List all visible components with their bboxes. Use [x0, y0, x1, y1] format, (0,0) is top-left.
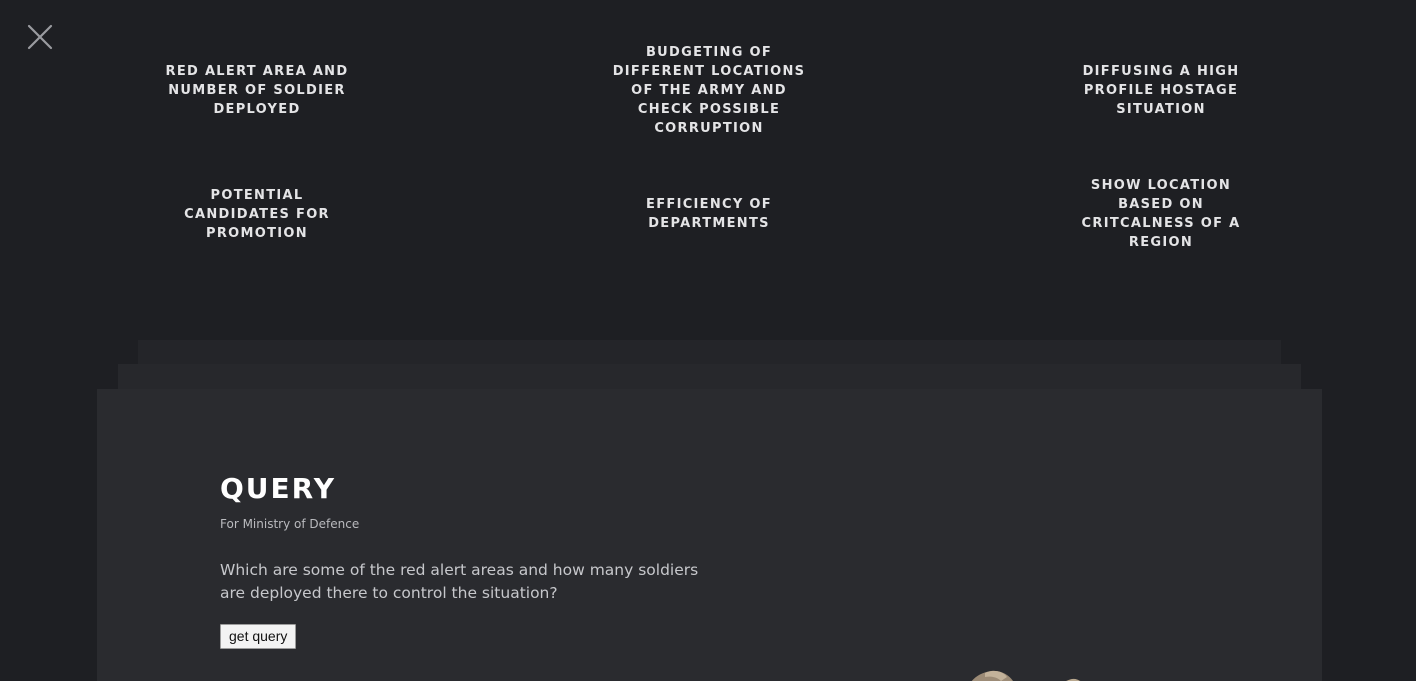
menu-item-hostage-situation[interactable]: DIFFUSING A HIGH PROFILE HOSTAGE SITUATI…: [1061, 62, 1261, 119]
menu-item-department-efficiency[interactable]: EFFICIENCY OF DEPARTMENTS: [609, 195, 809, 233]
close-icon: [27, 24, 53, 50]
menu-item-promotion-candidates[interactable]: POTENTIAL CANDIDATES FOR PROMOTION: [157, 186, 357, 243]
query-title: QUERY: [220, 472, 336, 505]
query-subtitle: For Ministry of Defence: [220, 517, 360, 531]
menu-item-budgeting[interactable]: BUDGETING OF DIFFERENT LOCATIONS OF THE …: [609, 43, 809, 138]
menu-item-red-alert-area[interactable]: RED ALERT AREA AND NUMBER OF SOLDIER DEP…: [157, 62, 357, 119]
menu-item-region-criticalness[interactable]: SHOW LOCATION BASED ON CRITCALNESS OF A …: [1061, 176, 1261, 252]
query-panel: QUERY For Ministry of Defence Which are …: [97, 389, 1322, 681]
get-query-button[interactable]: get query: [220, 624, 297, 649]
soldier-illustration: [971, 670, 1081, 681]
close-button[interactable]: [26, 23, 54, 51]
page: RED ALERT AREA AND NUMBER OF SOLDIER DEP…: [0, 0, 1416, 681]
query-question: Which are some of the red alert areas an…: [220, 561, 699, 602]
